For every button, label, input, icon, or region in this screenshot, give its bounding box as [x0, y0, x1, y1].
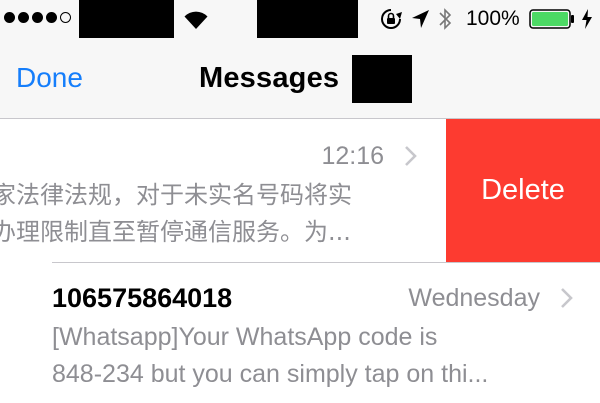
status-bar: 100%	[0, 0, 600, 38]
charging-icon	[582, 9, 592, 29]
done-button[interactable]: Done	[16, 60, 83, 96]
redacted-time	[257, 0, 358, 38]
orientation-lock-icon	[381, 9, 402, 29]
chevron-right-icon	[561, 288, 573, 308]
location-arrow-icon	[412, 10, 429, 28]
sender-name: 106575864018	[52, 283, 233, 313]
preview-line: 办理限制直至暂停通信服务。为...	[0, 218, 351, 246]
navigation-bar: Done Messages	[0, 38, 600, 119]
preview-line: 家法律法规，对于未实名号码将实	[0, 181, 352, 209]
preview-line: [Whatsapp]Your WhatsApp code is	[52, 323, 438, 351]
messages-screen: 100% Done Messages 12:16 家法律法规，对于未实名号码将实…	[0, 0, 600, 403]
redacted-title-suffix	[352, 55, 412, 103]
redacted-carrier	[79, 0, 174, 38]
message-time: 12:16	[321, 142, 384, 170]
bluetooth-icon	[439, 8, 452, 30]
conversation-row[interactable]: 106575864018 Wednesday [Whatsapp]Your Wh…	[0, 263, 600, 403]
signal-strength-icon	[4, 12, 71, 23]
wifi-icon	[184, 11, 208, 29]
preview-line: 848-234 but you can simply tap on thi...	[52, 360, 489, 388]
conversation-row-content[interactable]: 12:16 家法律法规，对于未实名号码将实 办理限制直至暂停通信服务。为...	[0, 119, 446, 262]
message-preview: [Whatsapp]Your WhatsApp code is 848-234 …	[52, 319, 580, 393]
page-title: Messages	[199, 62, 340, 94]
delete-button[interactable]: Delete	[446, 119, 600, 262]
message-preview: 家法律法规，对于未实名号码将实 办理限制直至暂停通信服务。为...	[0, 177, 410, 253]
message-time: Wednesday	[408, 284, 540, 312]
chevron-right-icon	[405, 146, 417, 166]
battery-percentage: 100%	[466, 7, 520, 30]
conversation-row-swiped[interactable]: 12:16 家法律法规，对于未实名号码将实 办理限制直至暂停通信服务。为... …	[0, 119, 600, 262]
battery-icon	[529, 9, 574, 29]
